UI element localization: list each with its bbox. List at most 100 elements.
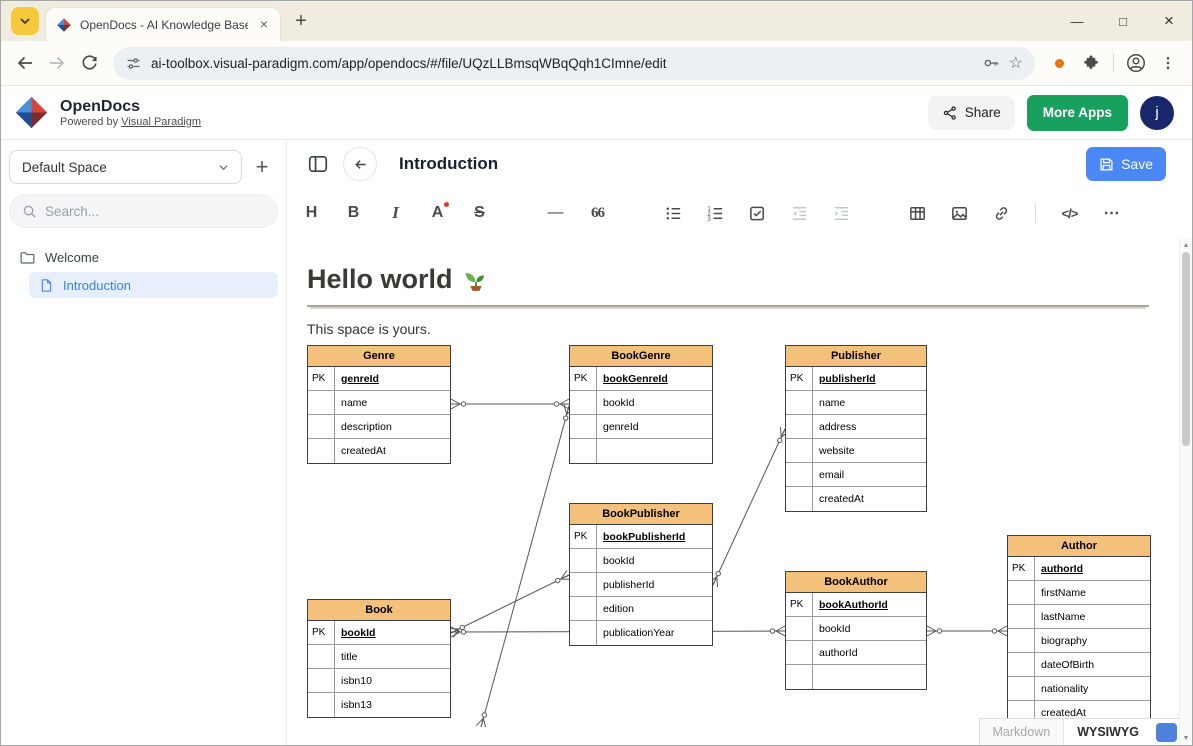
er-field-cell: authorId	[1035, 557, 1150, 580]
new-tab-button[interactable]: +	[287, 7, 315, 35]
browser-menu-icon[interactable]	[1152, 47, 1184, 79]
document-tree: Welcome Introduction	[9, 244, 278, 298]
er-key-cell	[570, 439, 597, 463]
sidebar-item-welcome[interactable]: Welcome	[9, 244, 278, 270]
er-field-cell: biography	[1035, 629, 1150, 652]
reload-button[interactable]	[73, 47, 105, 79]
bold-button[interactable]: B	[337, 197, 370, 230]
bookmark-star-icon[interactable]: ☆	[1009, 53, 1023, 73]
outdent-button[interactable]	[783, 197, 816, 230]
er-table-Book: BookPKbookIdtitleisbn10isbn13	[307, 599, 451, 718]
user-avatar[interactable]: j	[1140, 96, 1174, 130]
more-apps-button[interactable]: More Apps	[1027, 95, 1128, 131]
doc-paragraph: This space is yours.	[307, 321, 1179, 337]
password-key-icon[interactable]	[982, 54, 1000, 72]
save-button[interactable]: Save	[1086, 147, 1166, 181]
er-field-cell: bookPublisherId	[597, 525, 712, 548]
browser-tab[interactable]: OpenDocs - AI Knowledge Base ×	[45, 7, 281, 41]
toolbar-divider	[1035, 203, 1036, 223]
task-list-button[interactable]	[741, 197, 774, 230]
table-button[interactable]	[901, 197, 934, 230]
space-selector[interactable]: Default Space	[9, 150, 242, 184]
seedling-emoji	[463, 267, 489, 293]
er-row: title	[308, 645, 450, 669]
tab-close-icon[interactable]: ×	[256, 17, 272, 33]
editor-area[interactable]: Hello world This space is yours. GenrePK…	[287, 238, 1192, 745]
code-button[interactable]: </>	[1053, 197, 1086, 230]
window-controls: — □ ×	[1054, 1, 1192, 41]
share-button[interactable]: Share	[928, 96, 1015, 130]
er-key-cell: PK	[570, 525, 597, 548]
er-field-cell: createdAt	[335, 439, 450, 463]
extensions-puzzle-icon[interactable]	[1075, 47, 1107, 79]
link-button[interactable]	[985, 197, 1018, 230]
er-row: address	[786, 415, 926, 439]
heading-button[interactable]: H	[295, 197, 328, 230]
er-field-cell: lastName	[1035, 605, 1150, 628]
er-row	[786, 665, 926, 689]
er-field-cell: address	[813, 415, 926, 438]
er-row: dateOfBirth	[1008, 653, 1150, 677]
window-maximize-button[interactable]: □	[1100, 1, 1146, 41]
er-key-cell: PK	[308, 621, 335, 644]
sidebar-toggle-button[interactable]	[307, 153, 329, 175]
scroll-up-arrow[interactable]: ▲	[1180, 238, 1192, 252]
er-table-title: Publisher	[786, 346, 926, 367]
horizontal-rule-button[interactable]: —	[539, 197, 572, 230]
sidebar-item-introduction[interactable]: Introduction	[29, 272, 278, 298]
er-row: publicationYear	[570, 621, 712, 645]
ordered-list-button[interactable]: 123	[699, 197, 732, 230]
back-button[interactable]	[9, 47, 41, 79]
document-icon	[39, 278, 54, 293]
scrollbar-thumb[interactable]	[1182, 252, 1190, 446]
er-row: createdAt	[786, 487, 926, 511]
extension-orange-icon[interactable]	[1043, 47, 1075, 79]
search-input[interactable]	[45, 204, 265, 219]
more-button[interactable]: ⋯	[1095, 197, 1128, 230]
er-table-title: BookAuthor	[786, 572, 926, 593]
strikethrough-button[interactable]: S	[463, 197, 496, 230]
er-key-cell	[786, 463, 813, 486]
er-key-cell: PK	[1008, 557, 1035, 580]
er-field-cell: bookAuthorId	[813, 593, 926, 616]
url-text[interactable]: ai-toolbox.visual-paradigm.com/app/opend…	[151, 56, 973, 71]
site-settings-icon[interactable]	[125, 55, 142, 72]
font-color-button[interactable]: A	[421, 197, 454, 230]
window-close-button[interactable]: ×	[1146, 1, 1192, 41]
er-row: bookId	[570, 391, 712, 415]
er-field-cell: authorId	[813, 641, 926, 664]
italic-button[interactable]: I	[379, 197, 412, 230]
er-field-cell: dateOfBirth	[1035, 653, 1150, 676]
window-minimize-button[interactable]: —	[1054, 1, 1100, 41]
blockquote-button[interactable]: 66	[581, 197, 614, 230]
vertical-scrollbar[interactable]: ▲ ▼	[1179, 238, 1192, 745]
doc-body[interactable]: Hello world This space is yours. GenrePK…	[287, 238, 1179, 745]
add-space-button[interactable]: +	[246, 151, 278, 183]
tab-search-button[interactable]	[11, 7, 39, 35]
save-icon	[1099, 157, 1114, 172]
er-key-cell	[1008, 653, 1035, 676]
er-key-cell	[570, 415, 597, 438]
image-button[interactable]	[943, 197, 976, 230]
er-key-cell	[570, 621, 597, 645]
address-bar[interactable]: ai-toolbox.visual-paradigm.com/app/opend…	[113, 47, 1035, 80]
er-field-cell: description	[335, 415, 450, 438]
scroll-down-arrow[interactable]: ▼	[1180, 731, 1192, 745]
share-icon	[942, 105, 958, 121]
corner-button[interactable]	[1156, 723, 1177, 742]
bullet-list-button[interactable]	[657, 197, 690, 230]
er-field-cell: genreId	[335, 367, 450, 390]
er-diagram: GenrePKgenreIdnamedescriptioncreatedAtBo…	[307, 345, 1173, 727]
wysiwyg-mode-button[interactable]: WYSIWYG	[1064, 719, 1152, 745]
er-key-cell	[786, 391, 813, 414]
forward-button[interactable]	[41, 47, 73, 79]
indent-button[interactable]	[825, 197, 858, 230]
doc-back-button[interactable]	[343, 147, 377, 181]
profile-icon[interactable]	[1120, 47, 1152, 79]
er-field-cell: nationality	[1035, 677, 1150, 700]
app-name: OpenDocs	[60, 98, 201, 116]
markdown-mode-button[interactable]: Markdown	[980, 719, 1065, 745]
search-box[interactable]	[9, 194, 278, 228]
visual-paradigm-link[interactable]: Visual Paradigm	[121, 116, 201, 128]
er-key-cell	[1008, 629, 1035, 652]
